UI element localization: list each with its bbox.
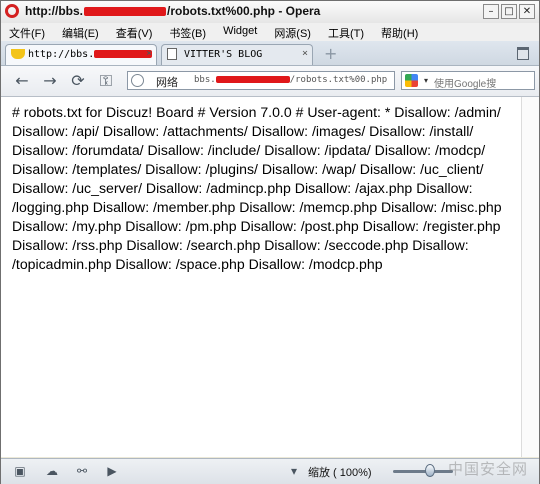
menu-file[interactable]: 文件(F) (1, 23, 54, 41)
panel-toggle-icon[interactable]: ▣ (13, 465, 27, 477)
redaction-mark (215, 76, 290, 83)
page-content: # robots.txt for Discuz! Board # Version… (1, 97, 521, 457)
turbo-icon[interactable]: ▶ (105, 465, 119, 477)
tab-close-icon[interactable]: × (146, 48, 152, 59)
menu-tools[interactable]: 工具(T) (320, 23, 373, 41)
tab-label: VITTER'S BLOG (184, 49, 263, 60)
zoom-icon: ▾ (290, 464, 298, 478)
opera-link-icon[interactable]: ⚯ (75, 465, 89, 477)
page-favicon-icon (167, 48, 177, 60)
window-controls: – □ ✕ (483, 4, 535, 19)
watermark: 中国安全网 (448, 460, 529, 478)
site-favicon-icon (11, 49, 25, 59)
robots-txt-text: # robots.txt for Discuz! Board # Version… (12, 104, 506, 272)
opera-unite-icon[interactable]: ☁ (45, 465, 59, 477)
menu-widget[interactable]: Widget (215, 23, 266, 41)
forward-button[interactable]: → (41, 72, 59, 90)
globe-icon (131, 74, 144, 87)
title-bar: http://bbs./robots.txt%00.php - Opera – … (1, 1, 539, 24)
tab-bar: http://bbs. × VITTER'S BLOG × + (1, 41, 539, 66)
redaction-mark (94, 50, 153, 58)
menu-view[interactable]: 查看(V) (108, 23, 162, 41)
tab-close-icon[interactable]: × (302, 48, 308, 59)
closed-tabs-trash-icon[interactable] (517, 47, 529, 60)
opera-logo-icon (5, 4, 19, 18)
tab-robots-txt[interactable]: http://bbs. × (5, 44, 157, 65)
zoom-slider[interactable] (393, 470, 453, 473)
search-engine-selector[interactable]: ▾ (401, 71, 431, 90)
wand-key-icon[interactable]: ⚿ (97, 72, 115, 90)
menu-help[interactable]: 帮助(H) (373, 23, 427, 41)
chevron-down-icon: ▾ (423, 76, 428, 85)
close-button[interactable]: ✕ (519, 4, 535, 19)
zoom-level[interactable]: 缩放 ( 100%) (308, 464, 372, 480)
zoom-slider-handle[interactable] (425, 464, 435, 477)
tab-label: http://bbs. (28, 49, 95, 60)
minimize-button[interactable]: – (483, 4, 499, 19)
maximize-button[interactable]: □ (501, 4, 517, 19)
menu-feeds[interactable]: 网源(S) (266, 23, 320, 41)
menu-bookmarks[interactable]: 书签(B) (161, 23, 215, 41)
tab-vitters-blog[interactable]: VITTER'S BLOG × (161, 44, 313, 65)
back-button[interactable]: ← (13, 72, 31, 90)
search-box[interactable] (430, 71, 535, 92)
browser-window: http://bbs./robots.txt%00.php - Opera – … (0, 0, 540, 484)
vertical-scrollbar[interactable] (521, 97, 539, 457)
new-tab-button[interactable]: + (324, 46, 337, 62)
menu-edit[interactable]: 编辑(E) (54, 23, 108, 41)
menu-bar: 文件(F) 编辑(E) 查看(V) 书签(B) Widget 网源(S) 工具(… (1, 23, 539, 41)
address-security-label: 网络 (156, 77, 178, 89)
redaction-mark (83, 7, 166, 17)
search-input[interactable] (434, 77, 534, 92)
window-title: http://bbs./robots.txt%00.php - Opera (25, 4, 321, 18)
navigation-bar: ← → ⟳ ⚿ bbs./robots.txt%00.php 网络 ▾ (1, 66, 539, 97)
address-url[interactable]: bbs./robots.txt%00.php (194, 75, 387, 85)
reload-button[interactable]: ⟳ (69, 72, 87, 90)
google-icon (405, 74, 418, 87)
